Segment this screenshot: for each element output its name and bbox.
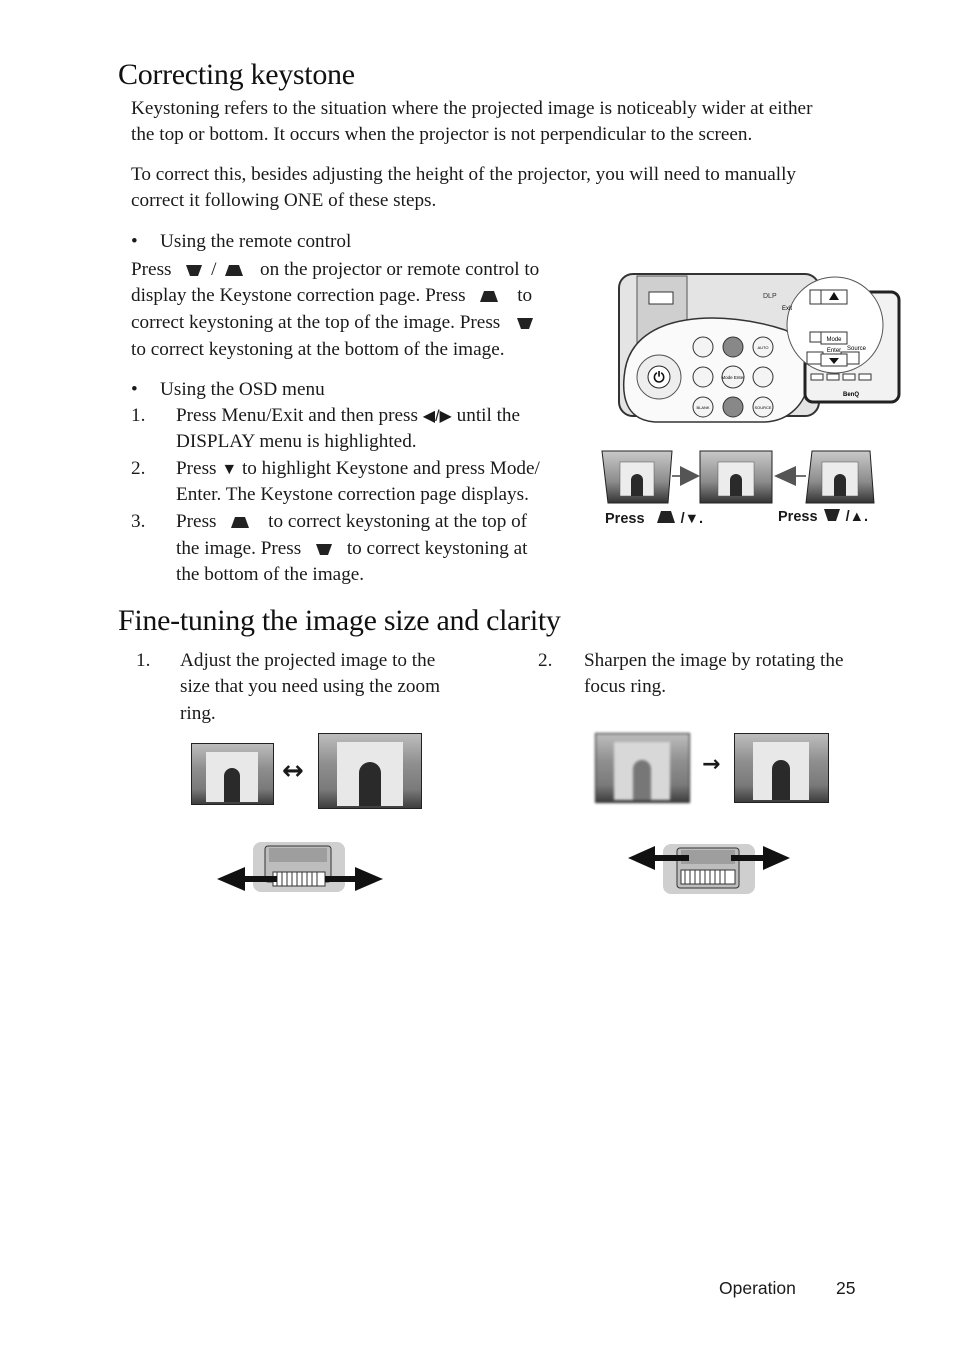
zoom-double-arrow-icon: ↔: [282, 756, 304, 786]
zoom-ring-illustration: [217, 842, 383, 892]
mode-enter-key: Mode/: [489, 458, 540, 479]
projector-remote-illustration: ⏻ DLP Mode Enter AUTO BLANK SOURCE Mode …: [615, 270, 905, 430]
left-right-arrows: ◀/▶: [422, 408, 452, 425]
text: Press: [778, 509, 818, 525]
zoom-step-line: Adjust the projected image to the: [180, 650, 436, 671]
intro-paragraph-line: Keystoning refers to the situation where…: [131, 98, 813, 119]
arrow-left-icon: [774, 466, 796, 486]
text: correction page displays.: [332, 484, 529, 505]
focus-arrow-icon: →: [702, 752, 721, 777]
osd-step-line: Press ▼ to highlight Keystone and press …: [176, 456, 540, 483]
text: display the Keystone correction page. Pr…: [131, 285, 466, 306]
keystone-down-icon: [823, 509, 840, 525]
text: to: [517, 285, 533, 306]
text: to correct keystoning at the top of: [268, 511, 528, 532]
remote-text-line: display the Keystone correction page. Pr…: [131, 283, 532, 310]
small-image: [191, 743, 274, 805]
svg-text:Mode Enter: Mode Enter: [721, 375, 745, 380]
osd-step-line: Enter. The Keystone correction page disp…: [176, 482, 529, 508]
svg-text:⏻: ⏻: [653, 370, 664, 386]
arrow-right-icon: [680, 466, 700, 486]
menu-exit-key: Menu/Exit: [221, 405, 304, 426]
keystone-up-icon: [231, 510, 250, 536]
keystone-item: Keystone: [335, 458, 409, 479]
display-menu-name: DISPLAY: [176, 431, 255, 452]
instruction-paragraph-line: correct it following ONE of these steps.: [131, 190, 437, 211]
bullet: •: [131, 231, 138, 252]
text: correct keystoning at the top of the ima…: [131, 312, 501, 333]
svg-text:Source: Source: [847, 346, 867, 352]
keystone-up-icon: [225, 258, 244, 284]
instruction-paragraph-line: To correct this, besides adjusting the h…: [131, 164, 797, 185]
text: Press: [176, 511, 217, 532]
subheading-remote-control: Using the remote control: [160, 231, 352, 252]
svg-text:Mode: Mode: [826, 337, 842, 343]
text: to correct keystoning at: [346, 538, 528, 559]
step-number: 1.: [136, 650, 151, 671]
text: Press: [605, 511, 645, 527]
keystone-up-icon: [480, 284, 499, 310]
keystone-comparison-figure: [601, 450, 875, 504]
step-number: 1.: [131, 405, 146, 426]
text: and press: [408, 458, 490, 479]
caption-left: Press /▼.: [605, 511, 703, 527]
osd-step-line: DISPLAY menu is highlighted.: [176, 429, 417, 455]
blurry-image: [595, 733, 690, 803]
osd-step-line: Press Menu/Exit and then press ◀/▶ until…: [176, 403, 520, 430]
svg-text:DLP: DLP: [763, 293, 777, 300]
svg-text:BenQ: BenQ: [843, 392, 859, 398]
zoom-step-line: ring.: [180, 703, 216, 724]
sharp-image: [734, 733, 829, 803]
remote-text-line: correct keystoning at the top of the ima…: [131, 310, 534, 337]
text: Press: [176, 405, 222, 426]
svg-text:SOURCE: SOURCE: [754, 405, 771, 410]
down-arrow: ▼: [221, 461, 238, 478]
mode-enter-key: Enter: [176, 484, 217, 505]
osd-step-line: Press to correct keystoning at the top o…: [176, 509, 527, 536]
step-number: 2.: [131, 458, 146, 479]
focus-step-line: focus ring.: [584, 676, 667, 697]
bullet: •: [131, 379, 138, 400]
subheading-osd-menu: Using the OSD menu: [160, 379, 325, 400]
section-title-finetune: Fine-tuning the image size and clarity: [118, 604, 561, 637]
osd-step-line: the image. Press to correct keystoning a…: [176, 536, 527, 563]
svg-text:Exit: Exit: [782, 306, 792, 312]
step-number: 3.: [131, 511, 146, 532]
remote-text-line: Press / on the projector or remote contr…: [131, 257, 539, 284]
caption-right: Press /▲.: [778, 509, 868, 525]
text: menu is highlighted.: [254, 431, 417, 452]
svg-text:AUTO: AUTO: [757, 345, 768, 350]
page-number: 25: [836, 1278, 856, 1298]
osd-step-line: the bottom of the image.: [176, 564, 365, 585]
step-number: 2.: [538, 650, 553, 671]
svg-text:Enter: Enter: [827, 348, 841, 354]
section-title-keystone: Correcting keystone: [118, 58, 355, 91]
keystone-up-icon: [656, 511, 675, 527]
projector-top-panel: ⏻ DLP Mode Enter AUTO BLANK SOURCE Mode …: [618, 273, 901, 423]
text: Press: [176, 458, 222, 479]
text: on the projector or remote control to: [260, 259, 540, 280]
text: /▼.: [680, 511, 703, 527]
text: . The: [216, 484, 261, 505]
focus-step-line: Sharpen the image by rotating the: [584, 650, 844, 671]
text: to highlight: [237, 458, 336, 479]
intro-paragraph-line: the top or bottom. It occurs when the pr…: [131, 124, 753, 145]
text: the image. Press: [176, 538, 302, 559]
text: /▲.: [845, 509, 868, 525]
large-image: [318, 733, 422, 809]
zoom-step-line: size that you need using the zoom: [180, 676, 441, 697]
text: and then press: [303, 405, 423, 426]
focus-ring-illustration: [628, 844, 790, 894]
keystone-down-icon: [517, 311, 534, 337]
keystone-item: Keystone: [260, 484, 333, 505]
keystone-down-icon: [186, 258, 203, 284]
keystone-down-icon: [316, 537, 333, 563]
text: until the: [451, 405, 521, 426]
text: /: [211, 259, 217, 280]
remote-text-line: to correct keystoning at the bottom of t…: [131, 339, 505, 360]
svg-text:BLANK: BLANK: [696, 405, 709, 410]
text: Press: [131, 259, 172, 280]
footer-section-label: Operation: [719, 1278, 796, 1298]
